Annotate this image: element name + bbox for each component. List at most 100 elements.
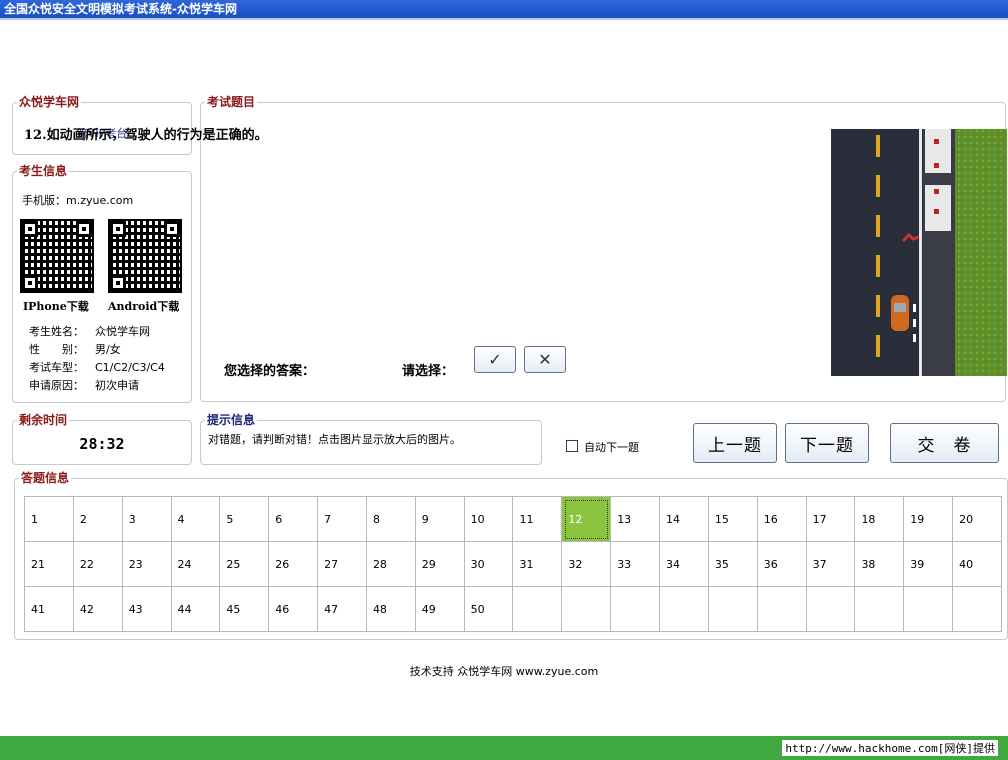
question-cell[interactable]: 33	[611, 542, 661, 587]
candidate-panel: 考生信息 手机版：m.zyue.com IPhone下载 Android下载 考…	[12, 164, 192, 403]
candidate-vehicle-row: 考试车型： C1/C2/C3/C4	[29, 361, 165, 375]
cross-icon: ✕	[538, 350, 552, 369]
question-cell[interactable]: 15	[708, 497, 758, 542]
question-text: 12.如动画所示，驾驶人的行为是正确的。	[24, 128, 268, 143]
question-cell[interactable]: 12	[562, 497, 612, 542]
question-cell[interactable]: 40	[953, 542, 1002, 587]
field-key: 考生姓名：	[29, 325, 84, 338]
tech-support-text: 技术支持 众悦学车网 www.zyue.com	[409, 665, 599, 678]
question-cell[interactable]: 42	[73, 587, 123, 632]
question-cell[interactable]	[757, 587, 807, 632]
question-cell[interactable]: 5	[220, 497, 270, 542]
answers-legend: 答题信息	[19, 471, 72, 485]
hint-legend: 提示信息	[205, 413, 258, 427]
question-cell[interactable]: 19	[904, 497, 954, 542]
android-qr-code[interactable]	[108, 219, 182, 293]
question-cell[interactable]: 50	[464, 587, 514, 632]
question-cell[interactable]: 29	[415, 542, 465, 587]
iphone-download-label: IPhone下载	[23, 300, 89, 313]
question-cell[interactable]: 31	[513, 542, 563, 587]
question-cell[interactable]: 9	[415, 497, 465, 542]
question-cell[interactable]: 10	[464, 497, 514, 542]
question-animation-image[interactable]	[831, 129, 1007, 376]
question-cell[interactable]: 49	[415, 587, 465, 632]
question-cell[interactable]: 24	[171, 542, 221, 587]
titlebar-shadow	[0, 18, 1008, 20]
question-cell[interactable]	[953, 587, 1002, 632]
question-cell[interactable]: 28	[366, 542, 416, 587]
auto-next-checkbox[interactable]	[566, 440, 578, 452]
question-cell[interactable]: 8	[366, 497, 416, 542]
question-cell[interactable]: 37	[806, 542, 856, 587]
question-cell[interactable]	[708, 587, 758, 632]
timer-panel: 剩余时间 28:32	[12, 413, 192, 465]
answer-false-button[interactable]: ✕	[524, 346, 566, 373]
question-cell[interactable]: 2	[73, 497, 123, 542]
question-cell[interactable]: 21	[25, 542, 74, 587]
question-cell[interactable]: 23	[122, 542, 172, 587]
question-cell[interactable]: 1	[25, 497, 74, 542]
question-cell[interactable]	[562, 587, 612, 632]
source-credit: http://www.hackhome.com[网侠]提供	[782, 740, 998, 756]
question-cell[interactable]	[855, 587, 905, 632]
prev-question-button[interactable]: 上一题	[693, 423, 777, 463]
question-cell[interactable]: 27	[318, 542, 367, 587]
question-cell[interactable]: 46	[269, 587, 319, 632]
question-cell[interactable]: 11	[513, 497, 563, 542]
question-cell[interactable]: 48	[366, 587, 416, 632]
question-cell[interactable]: 38	[855, 542, 905, 587]
question-cell[interactable]: 39	[904, 542, 954, 587]
candidate-name: 众悦学车网	[95, 325, 150, 338]
window-title: 全国众悦安全文明模拟考试系统-众悦学车网	[0, 0, 1008, 18]
question-cell[interactable]	[611, 587, 661, 632]
question-cell[interactable]: 45	[220, 587, 270, 632]
candidate-vehicle: C1/C2/C3/C4	[95, 361, 165, 374]
question-cell[interactable]: 16	[757, 497, 807, 542]
question-cell[interactable]: 34	[660, 542, 709, 587]
candidate-reason-row: 申请原因： 初次申请	[29, 379, 139, 393]
question-cell[interactable]: 17	[806, 497, 856, 542]
question-cell[interactable]: 13	[611, 497, 661, 542]
question-cell[interactable]: 4	[171, 497, 221, 542]
question-cell[interactable]: 22	[73, 542, 123, 587]
question-legend: 考试题目	[205, 95, 258, 109]
timer-legend: 剩余时间	[17, 413, 70, 427]
question-cell[interactable]: 44	[171, 587, 221, 632]
question-cell[interactable]: 6	[269, 497, 319, 542]
question-cell[interactable]: 30	[464, 542, 514, 587]
question-cell[interactable]	[513, 587, 563, 632]
next-question-button[interactable]: 下一题	[785, 423, 869, 463]
remaining-time: 28:32	[79, 435, 125, 453]
question-cell[interactable]: 7	[318, 497, 367, 542]
question-cell[interactable]: 14	[660, 497, 709, 542]
hint-panel: 提示信息 对错题，请判断对错！点击图片显示放大后的图片。	[200, 413, 542, 465]
submit-exam-button[interactable]: 交 卷	[890, 423, 999, 463]
question-cell[interactable]: 18	[855, 497, 905, 542]
question-cell[interactable]: 47	[318, 587, 367, 632]
question-cell[interactable]: 32	[562, 542, 612, 587]
candidate-gender-row: 性 别： 男/女	[29, 343, 121, 357]
iphone-qr-code[interactable]	[20, 219, 94, 293]
check-icon: ✓	[488, 350, 502, 369]
your-answer-label: 您选择的答案：	[224, 364, 316, 379]
field-key: 性 别：	[29, 343, 84, 356]
question-cell[interactable]: 43	[122, 587, 172, 632]
hint-text: 对错题，请判断对错！点击图片显示放大后的图片。	[208, 433, 461, 446]
auto-next-label: 自动下一题	[584, 441, 639, 454]
question-cell[interactable]: 3	[122, 497, 172, 542]
android-download-label: Android下载	[108, 300, 180, 313]
question-cell[interactable]: 25	[220, 542, 270, 587]
question-cell[interactable]	[904, 587, 954, 632]
answer-true-button[interactable]: ✓	[474, 346, 516, 373]
answer-grid: 1 2 3 4 5 6 7 8 9 10 11 12 13 14 15 16 17 18 19 20 21 22 23 24 2…	[24, 496, 1002, 632]
question-cell[interactable]: 35	[708, 542, 758, 587]
question-cell[interactable]: 41	[25, 587, 74, 632]
field-key: 考试车型：	[29, 361, 84, 374]
question-cell[interactable]: 36	[757, 542, 807, 587]
mobile-site-label: 手机版：m.zyue.com	[22, 194, 134, 207]
question-cell[interactable]: 20	[953, 497, 1002, 542]
question-cell[interactable]	[660, 587, 709, 632]
candidate-gender: 男/女	[95, 343, 121, 356]
question-cell[interactable]	[806, 587, 856, 632]
question-cell[interactable]: 26	[269, 542, 319, 587]
